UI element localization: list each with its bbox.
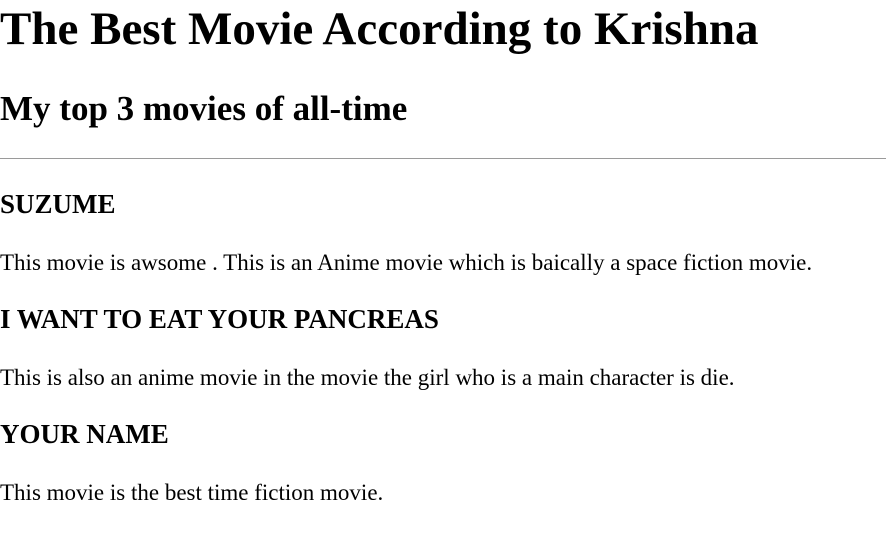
movie-title: YOUR NAME <box>0 419 169 449</box>
movie-description: This movie is the best time fiction movi… <box>0 480 384 505</box>
movie-title: I WANT TO EAT YOUR PANCREAS <box>0 304 439 334</box>
page-title: The Best Movie According to Krishna <box>0 3 759 55</box>
page-subtitle: My top 3 movies of all-time <box>0 89 408 128</box>
movie-title: SUZUME <box>0 189 116 219</box>
section-divider <box>0 158 886 159</box>
movie-description: This is also an anime movie in the movie… <box>0 365 735 390</box>
movie-description: This movie is awsome . This is an Anime … <box>0 250 813 275</box>
